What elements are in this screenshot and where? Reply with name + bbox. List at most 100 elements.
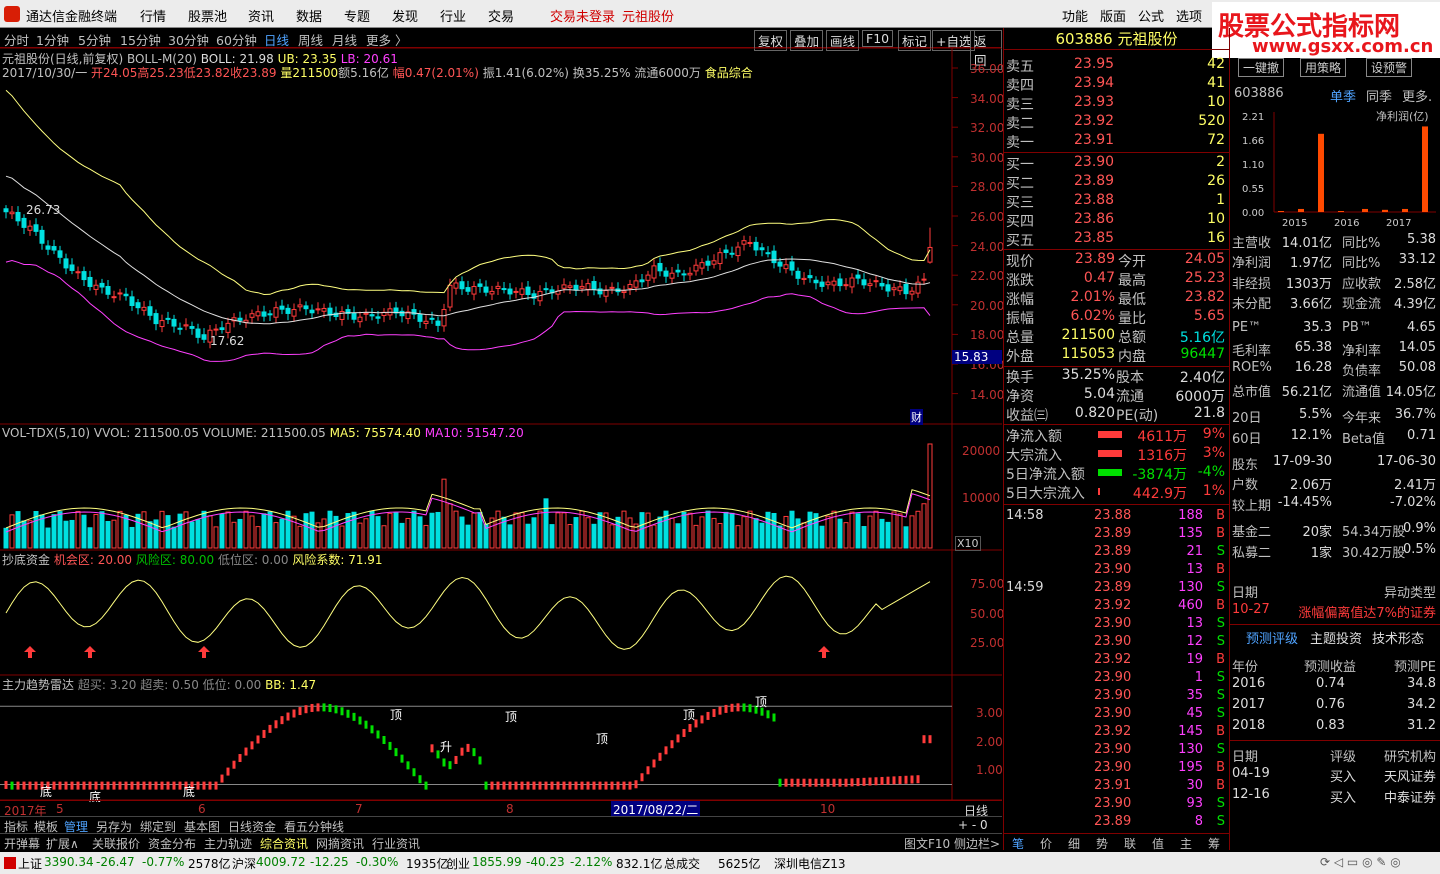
sh-index-label[interactable]: 上证	[18, 855, 42, 872]
season-tab-single[interactable]: 单季	[1330, 86, 1356, 105]
period-tab-15min[interactable]: 15分钟	[120, 30, 161, 49]
tab-theme-invest[interactable]: 主题投资	[1310, 628, 1362, 647]
menu-item-quotes[interactable]: 行情	[140, 6, 166, 25]
cy-index-label[interactable]: 创业	[446, 855, 470, 872]
refresh-icon[interactable]: ⟳ ◁ ▭ ◎ ✎ ◎	[1320, 855, 1401, 869]
volume-bar	[141, 511, 147, 549]
finance-marker[interactable]: 财	[910, 409, 923, 425]
radar-bar	[154, 781, 158, 790]
tab-forecast-rating[interactable]: 预测评级	[1246, 628, 1298, 647]
radar-bar	[82, 781, 86, 790]
candle-body	[843, 284, 849, 287]
buy-signal-arrow-icon	[818, 646, 830, 658]
zoom-control-icon[interactable]: + - 0	[958, 818, 988, 832]
forecast-header-eps: 预测收益	[1304, 660, 1357, 675]
use-strategy-button[interactable]: 用策略	[1300, 58, 1347, 77]
radar-bar	[508, 781, 512, 790]
menu-item-discover[interactable]: 发现	[392, 6, 418, 25]
quote-tab[interactable]: 主	[1180, 835, 1192, 852]
candle-body	[819, 281, 825, 287]
tab-danmaku[interactable]: 开弹幕	[4, 835, 40, 852]
tick-price: 23.89	[1094, 580, 1132, 595]
menu-item-options[interactable]: 选项	[1176, 6, 1202, 25]
fund-row-value: 5.5%	[1298, 407, 1332, 423]
candle-body	[201, 334, 207, 340]
tick-price: 23.90	[1094, 760, 1132, 775]
menu-item-data[interactable]: 数据	[296, 6, 322, 25]
menu-item-industry[interactable]: 行业	[440, 6, 466, 25]
tab-web-news[interactable]: 网摘资讯	[316, 835, 364, 852]
quote-tab[interactable]: 细	[1068, 835, 1080, 852]
sidebar-toggle[interactable]: 侧边栏>	[954, 835, 1000, 852]
f10-text-button[interactable]: 图文F10	[904, 835, 950, 852]
f10-button[interactable]: F10	[862, 30, 894, 47]
candle-body	[789, 261, 795, 271]
volume-bar	[189, 521, 195, 549]
volume-bar	[507, 524, 513, 549]
tick-volume: 93	[1186, 796, 1203, 811]
radar-bar	[646, 766, 650, 775]
tab-related-quote[interactable]: 关联报价	[92, 835, 140, 852]
period-tab-60min[interactable]: 60分钟	[216, 30, 257, 49]
volume-bar	[75, 510, 81, 549]
volume-bar	[429, 512, 435, 549]
quote-tab[interactable]: 筹	[1208, 835, 1220, 852]
tab-tech-pattern[interactable]: 技术形态	[1372, 628, 1424, 647]
ma10-value: MA10: 51547.20	[424, 426, 524, 440]
quote-tab[interactable]: 价	[1040, 835, 1052, 852]
stats-divider	[1004, 249, 1229, 250]
menu-item-stockpool[interactable]: 股票池	[188, 6, 227, 25]
trade-login-status[interactable]: 交易未登录	[550, 6, 615, 25]
radar-bar	[490, 781, 494, 790]
menu-item-trade[interactable]: 交易	[488, 6, 514, 25]
period-toolbar: 分时 1分钟 5分钟 15分钟 30分钟 60分钟 日线 周线 月线 更多 〉 …	[0, 28, 1002, 70]
flow-value: 4611万	[1137, 429, 1187, 445]
profit-chart-ytick: 1.10	[1242, 160, 1264, 171]
period-tab-more[interactable]: 更多 〉	[366, 30, 407, 49]
period-tab-monthly[interactable]: 月线	[332, 30, 357, 49]
high-price-mark: 26.73	[26, 203, 61, 217]
volume-bar	[579, 510, 585, 549]
volume-bar	[207, 515, 213, 549]
period-tab-timeshare[interactable]: 分时	[4, 30, 29, 49]
price-axis-tick: 28.00	[970, 180, 1005, 195]
tab-composite-news[interactable]: 综合资讯	[260, 835, 308, 852]
menu-item-news[interactable]: 资讯	[248, 6, 274, 25]
tab-industry-news[interactable]: 行业资讯	[372, 835, 420, 852]
quote-tab[interactable]: 联	[1124, 835, 1136, 852]
stat-label: 总额	[1118, 330, 1146, 346]
radar-bar	[478, 756, 482, 765]
quote-tab[interactable]: 笔	[1012, 835, 1024, 852]
candle-body	[291, 309, 297, 317]
volume-bar	[399, 522, 405, 549]
server-name[interactable]: 深圳电信Z13	[774, 855, 846, 872]
tab-main-trajectory[interactable]: 主力轨迹	[204, 835, 252, 852]
volume-bar	[681, 511, 687, 549]
set-alert-button[interactable]: 设预警	[1366, 58, 1413, 77]
tab-fund-distribution[interactable]: 资金分布	[148, 835, 196, 852]
season-tab-more[interactable]: 更多.	[1402, 86, 1432, 105]
cancel-all-button[interactable]: 一键撤	[1238, 58, 1285, 77]
candle-body	[45, 245, 51, 250]
price-axis-tick: 34.00	[970, 91, 1005, 106]
period-tab-weekly[interactable]: 周线	[298, 30, 323, 49]
hs-index-label[interactable]: 沪深	[232, 855, 256, 872]
menu-item-formula[interactable]: 公式	[1138, 6, 1164, 25]
radar-bar	[394, 748, 398, 757]
period-tab-1min[interactable]: 1分钟	[36, 30, 69, 49]
menu-item-layout[interactable]: 版面	[1100, 6, 1126, 25]
period-tab-5min[interactable]: 5分钟	[78, 30, 111, 49]
period-tab-daily[interactable]: 日线	[264, 30, 289, 49]
tab-expand[interactable]: 扩展∧	[46, 835, 79, 852]
menu-item-function[interactable]: 功能	[1062, 6, 1088, 25]
season-tab-same[interactable]: 同季	[1366, 86, 1392, 105]
stat-value: 0.820	[1074, 405, 1115, 421]
radar-bar	[580, 781, 584, 790]
menu-item-topics[interactable]: 专题	[344, 6, 370, 25]
period-tab-30min[interactable]: 30分钟	[168, 30, 209, 49]
radar-bar	[820, 778, 824, 787]
quote-tab[interactable]: 值	[1152, 835, 1164, 852]
quote-tab[interactable]: 势	[1096, 835, 1108, 852]
radar-bar	[484, 781, 488, 790]
tick-volume: 460	[1178, 598, 1203, 613]
